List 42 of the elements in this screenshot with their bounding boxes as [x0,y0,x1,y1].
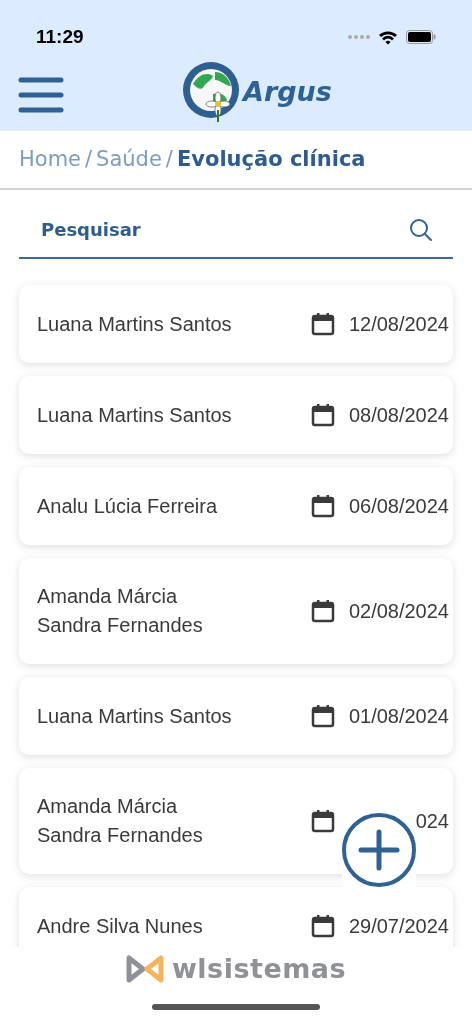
breadcrumb-separator: / [165,145,173,173]
patient-name: Luana Martins Santos [37,402,232,428]
record-date: 024 [415,809,449,834]
record-date: 08/08/2024 [348,403,449,428]
calendar-icon [311,403,335,427]
patient-name: Luana Martins Santos [37,703,232,729]
calendar-icon [311,914,335,938]
record-date: 02/08/2024 [348,599,449,624]
record-card[interactable]: Luana Martins Santos 12/08/2024 [19,285,453,363]
record-card[interactable]: Amanda Márcia Sandra Fernandes 024 [19,768,453,874]
logo-text: Argus [243,74,332,109]
wifi-icon [378,29,398,45]
breadcrumb-current: Evolução clínica [176,145,366,173]
search-icon[interactable] [409,217,433,242]
calendar-icon [311,494,335,518]
record-date: 12/08/2024 [348,312,449,337]
signal-icon [348,35,370,39]
add-button[interactable] [341,812,417,888]
calendar-icon [311,599,335,623]
search-input[interactable]: Pesquisar [39,215,409,244]
brand-logo-icon [125,955,164,984]
brand-name: wlsistemas [171,952,347,986]
calendar-icon [311,312,335,336]
record-card[interactable]: Analu Lúcia Ferreira 06/08/2024 [19,467,453,545]
menu-button[interactable] [18,75,64,114]
record-card[interactable]: Luana Martins Santos 08/08/2024 [19,376,453,454]
patient-name: Luana Martins Santos [37,311,232,337]
breadcrumb-separator: / [85,145,93,173]
record-date: 01/08/2024 [348,704,449,729]
patient-name: Andre Silva Nunes [37,913,203,939]
record-date: 06/08/2024 [348,494,449,519]
patient-name: Amanda Márcia Sandra Fernandes [37,794,203,848]
battery-icon [406,30,436,44]
patient-name: Analu Lúcia Ferreira [37,493,218,519]
record-card[interactable]: Amanda Márcia Sandra Fernandes 02/08/2024 [19,558,453,664]
status-time: 11:29 [36,24,84,49]
calendar-icon [311,704,335,728]
patient-name: Amanda Márcia Sandra Fernandes [37,584,203,638]
record-date: 29/07/2024 [348,914,449,939]
record-card[interactable]: Andre Silva Nunes 29/07/2024 [19,887,453,947]
calendar-icon [311,809,335,833]
record-card[interactable]: Luana Martins Santos 01/08/2024 [19,677,453,755]
